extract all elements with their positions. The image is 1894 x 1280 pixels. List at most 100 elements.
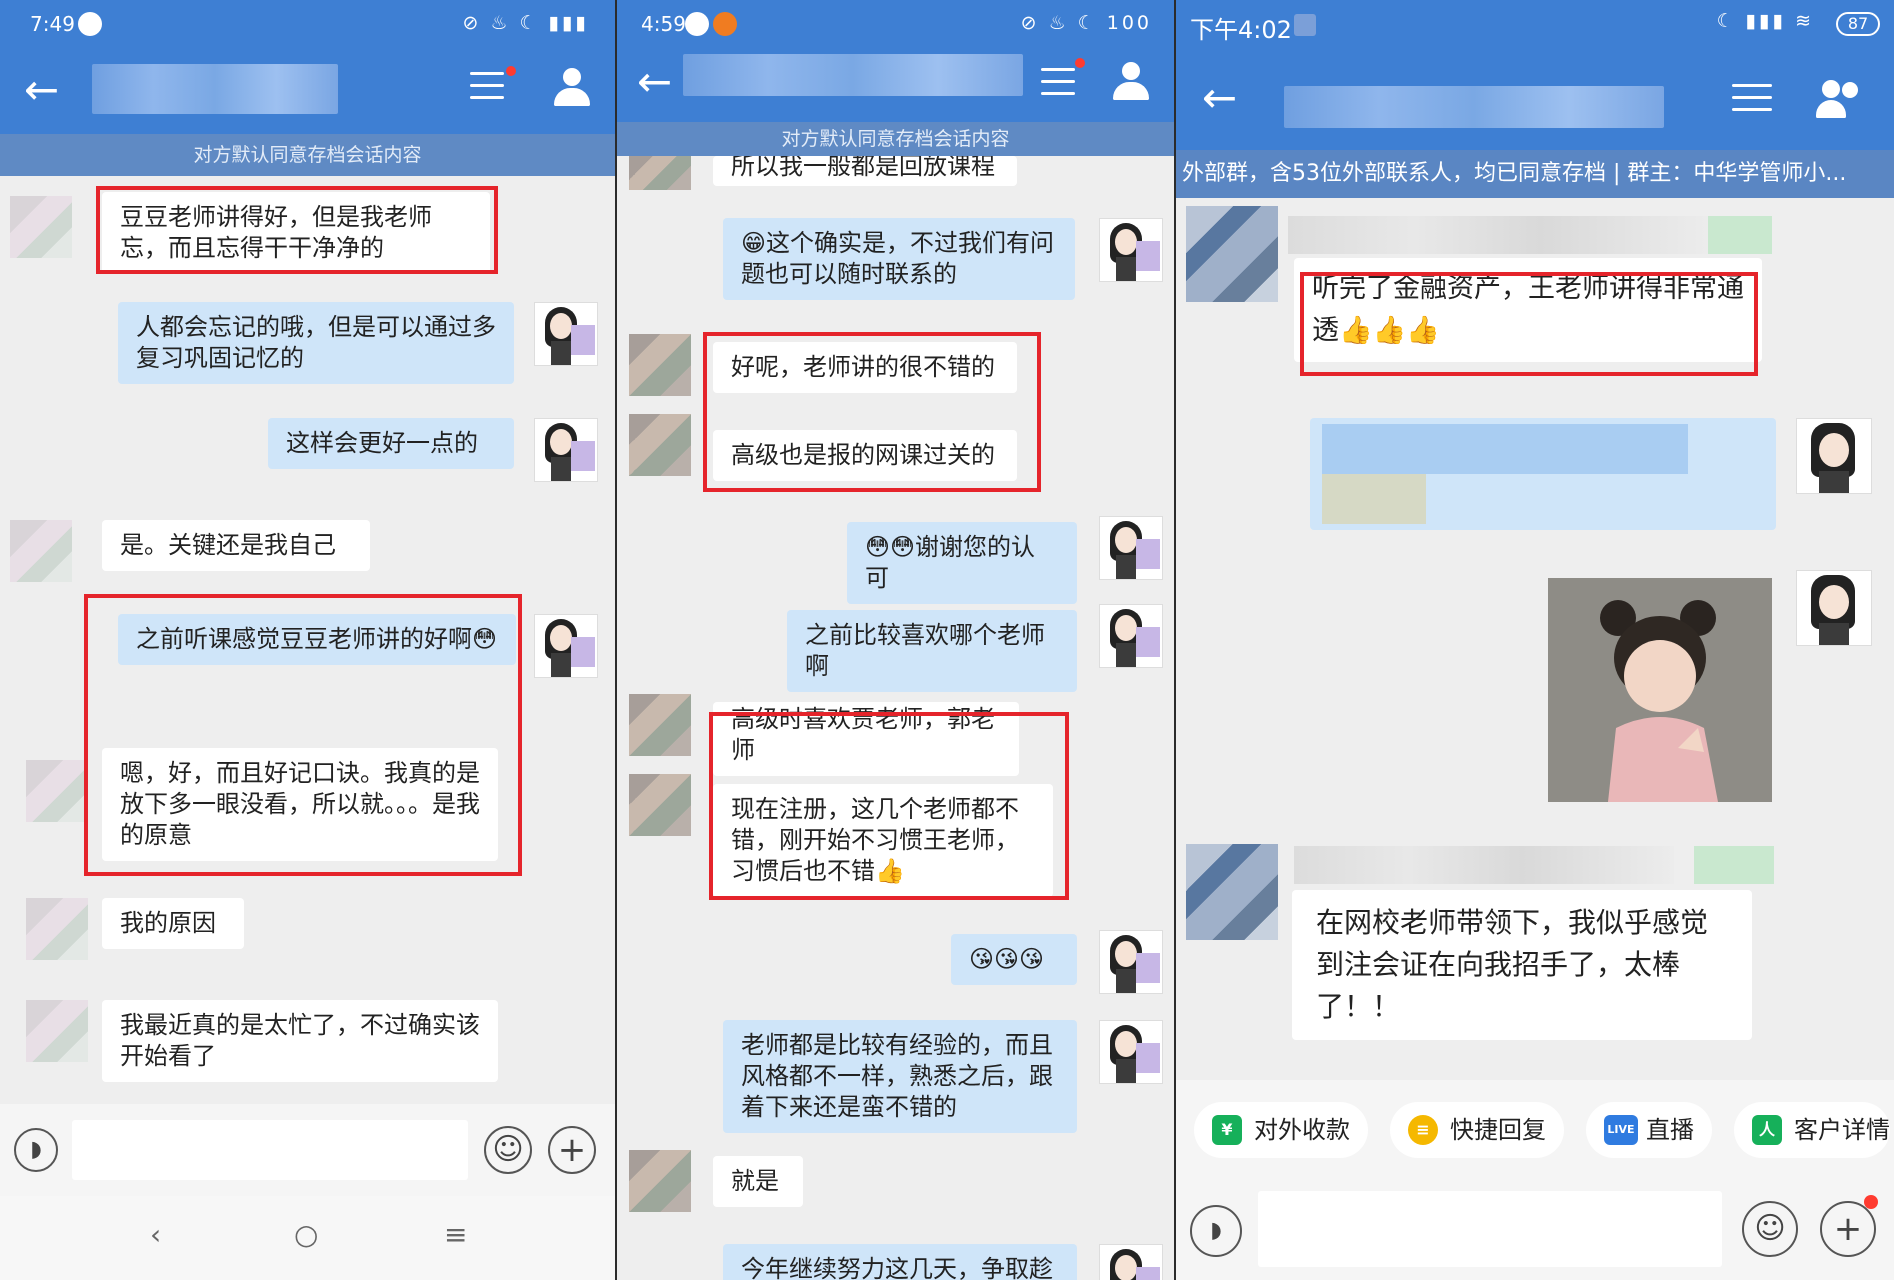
profile-icon[interactable] <box>1113 62 1149 102</box>
back-arrow-icon[interactable]: ← <box>1202 76 1237 120</box>
avatar[interactable] <box>10 196 72 258</box>
app-notification-icon <box>713 12 737 36</box>
emoji-icon[interactable]: ☺ <box>1742 1201 1798 1257</box>
nav-menu-icon[interactable]: ≡ <box>444 1218 467 1251</box>
status-icons: ☾ ▮▮▮ ≋ <box>1716 10 1814 32</box>
avatar[interactable] <box>629 334 691 396</box>
status-time: 4:59 <box>641 12 686 36</box>
app-notification-icon <box>1294 14 1316 36</box>
avatar[interactable] <box>26 898 88 960</box>
chip-label: 客户详情 <box>1794 1116 1890 1144</box>
chat-bubble[interactable]: 在网校老师带领下，我似乎感觉到注会证在向我招手了，太棒了！！ <box>1292 890 1752 1040</box>
app-bar: ← <box>0 50 615 134</box>
chat-bubble[interactable]: 这样会更好一点的 <box>268 418 514 469</box>
status-icons: ⊘ ♨ ☾ ▮▮▮ <box>462 12 589 34</box>
plus-badge-dot <box>1864 1195 1878 1209</box>
nav-back-icon[interactable]: ‹ <box>150 1218 161 1251</box>
avatar[interactable] <box>26 760 88 822</box>
chip-external-payment[interactable]: ¥ 对外收款 <box>1194 1102 1368 1158</box>
plus-icon[interactable]: + <box>548 1126 596 1174</box>
voice-icon[interactable]: ◗ <box>14 1128 58 1172</box>
avatar[interactable] <box>1099 930 1163 994</box>
menu-icon[interactable] <box>1041 68 1075 100</box>
avatar[interactable] <box>1099 604 1163 668</box>
payment-icon: ¥ <box>1212 1115 1242 1145</box>
chat-bubble[interactable]: 之前比较喜欢哪个老师啊 <box>787 610 1077 692</box>
profile-icon[interactable] <box>554 68 590 108</box>
group-info-banner[interactable]: 外部群，含53位外部联系人，均已同意存档 | 群主：中华学管师小... <box>1176 150 1894 198</box>
chat-bubble[interactable]: 今年继续努力这几天，争取趁 <box>723 1244 1077 1280</box>
chip-label: 对外收款 <box>1254 1116 1350 1144</box>
chip-label: 快捷回复 <box>1450 1116 1546 1144</box>
chat-bubble[interactable]: 😳😳谢谢您的认可 <box>847 522 1077 604</box>
notification-dot <box>685 12 709 36</box>
avatar[interactable] <box>1099 218 1163 282</box>
avatar[interactable] <box>629 414 691 476</box>
group-menu-icon[interactable] <box>1732 84 1772 116</box>
chip-customer-details[interactable]: 人客户详情 <box>1734 1102 1890 1158</box>
chat-bubble-partial[interactable]: 所以我一般都是回放课程 <box>713 156 1017 186</box>
avatar[interactable] <box>534 614 598 678</box>
avatar[interactable] <box>10 520 72 582</box>
avatar[interactable] <box>629 694 691 756</box>
plus-icon[interactable]: + <box>1820 1201 1876 1257</box>
chip-live[interactable]: LIVE 直播 <box>1586 1102 1712 1158</box>
avatar[interactable] <box>1099 1020 1163 1084</box>
chat-panel-1: 7:49 ⊘ ♨ ☾ ▮▮▮ ← 对方默认同意存档会话内容 豆豆老师讲得好，但是… <box>0 0 615 1280</box>
menu-icon[interactable] <box>470 72 504 104</box>
blurred-message[interactable] <box>1310 418 1776 530</box>
avatar[interactable] <box>1796 570 1872 646</box>
avatar[interactable] <box>629 1150 691 1212</box>
app-bar: ← <box>1176 52 1894 150</box>
blurred-content <box>1322 474 1426 524</box>
avatar[interactable] <box>534 302 598 366</box>
chat-bubble[interactable]: 😁这个确实是，不过我们有问题也可以随时联系的 <box>723 218 1075 300</box>
status-time: 7:49 <box>30 12 75 36</box>
highlight-box <box>96 186 498 274</box>
highlight-box <box>703 332 1041 492</box>
unread-dot <box>506 66 516 76</box>
quick-actions-bar: ¥ 对外收款 ≡ 快捷回复 LIVE 直播 人客户详情 <box>1176 1080 1894 1185</box>
highlight-box <box>1300 272 1758 376</box>
battery-indicator: 87 <box>1836 12 1880 36</box>
consent-notice: 对方默认同意存档会话内容 <box>617 122 1174 156</box>
input-bar: ◗ ☺ + <box>0 1104 615 1196</box>
chat-bubble[interactable]: 我的原因 <box>102 898 244 949</box>
status-bar: 7:49 ⊘ ♨ ☾ ▮▮▮ <box>0 0 615 50</box>
chat-title-blurred <box>1284 86 1664 128</box>
chat-bubble[interactable]: 是。关键还是我自己 <box>102 520 370 571</box>
avatar[interactable] <box>629 774 691 836</box>
image-message[interactable] <box>1548 578 1772 802</box>
chat-bubble[interactable]: 😘😘😘 <box>951 934 1077 985</box>
photo-of-child <box>1548 578 1772 802</box>
chat-bubble[interactable]: 老师都是比较有经验的，而且风格都不一样，熟悉之后，跟着下来还是蛮不错的 <box>723 1020 1077 1133</box>
avatar[interactable] <box>1186 844 1278 940</box>
avatar[interactable] <box>1099 516 1163 580</box>
avatar[interactable] <box>26 1000 88 1062</box>
chat-bubble[interactable]: 我最近真的是太忙了，不过确实该开始看了 <box>102 1000 498 1082</box>
sender-tag-blurred <box>1708 216 1772 254</box>
emoji-icon[interactable]: ☺ <box>484 1126 532 1174</box>
nav-home-icon[interactable]: ○ <box>294 1218 318 1251</box>
group-members-icon[interactable] <box>1816 80 1864 120</box>
consent-notice: 对方默认同意存档会话内容 <box>0 134 615 176</box>
avatar[interactable] <box>1099 1244 1163 1280</box>
status-time: 下午4:02 <box>1190 16 1292 44</box>
chip-label: 直播 <box>1646 1116 1694 1144</box>
message-input[interactable] <box>72 1120 468 1180</box>
blurred-content <box>1322 424 1688 474</box>
back-arrow-icon[interactable]: ← <box>637 60 672 104</box>
avatar[interactable] <box>1796 418 1872 494</box>
voice-icon[interactable]: ◗ <box>1190 1205 1242 1257</box>
notification-dot <box>78 12 102 36</box>
avatar[interactable] <box>629 156 691 190</box>
message-input[interactable] <box>1258 1191 1722 1267</box>
sender-tag-blurred <box>1694 846 1774 884</box>
avatar[interactable] <box>1186 206 1278 302</box>
highlight-box <box>84 594 522 876</box>
avatar[interactable] <box>534 418 598 482</box>
chip-quick-reply[interactable]: ≡ 快捷回复 <box>1390 1102 1564 1158</box>
chat-bubble[interactable]: 人都会忘记的哦，但是可以通过多复习巩固记忆的 <box>118 302 514 384</box>
back-arrow-icon[interactable]: ← <box>24 68 59 112</box>
chat-bubble[interactable]: 就是 <box>713 1156 803 1207</box>
